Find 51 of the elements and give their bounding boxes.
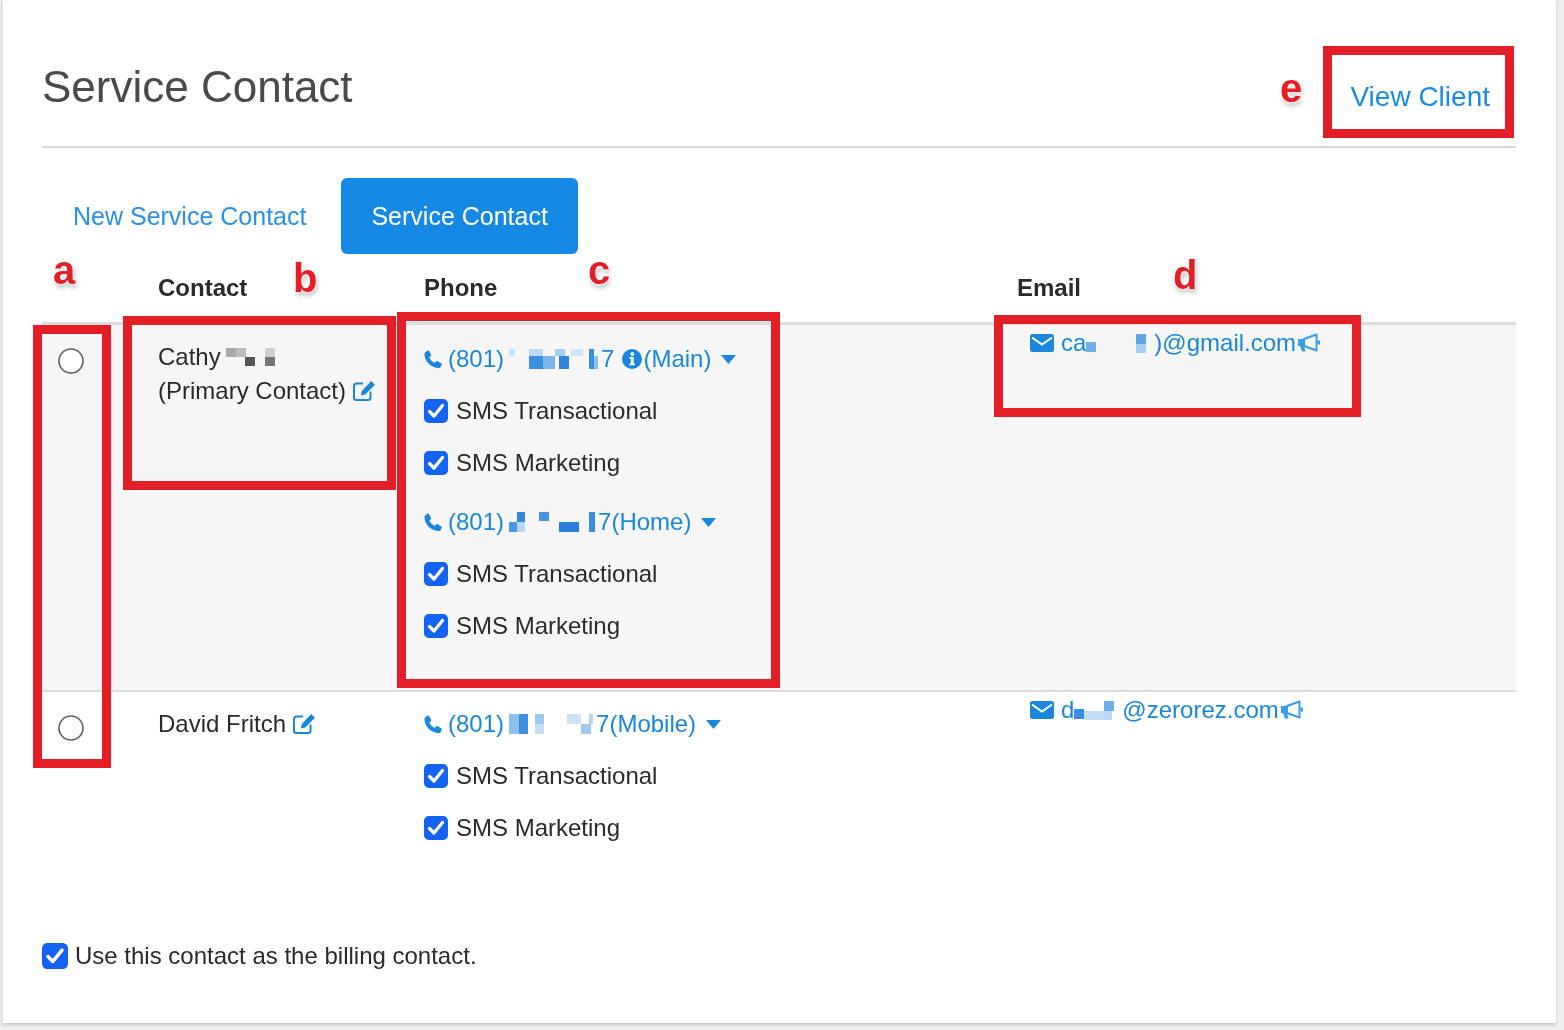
checkbox[interactable] [424, 562, 448, 586]
option-label: SMS Transactional [456, 560, 658, 588]
pixel-mosaic-icon [509, 714, 594, 734]
pixel-mosaic-icon [1086, 333, 1147, 353]
pixel-mosaic-icon [1074, 700, 1115, 720]
envelope-icon [1030, 334, 1054, 352]
checkbox[interactable] [424, 399, 448, 423]
tab[interactable]: Service Contact [341, 178, 578, 254]
option-label: SMS Transactional [456, 397, 658, 425]
column-header: Phone [424, 274, 498, 302]
email-link[interactable]: ca )@gmail.com [1030, 329, 1297, 357]
phone-link[interactable]: (801) 7(Home) [424, 508, 692, 536]
checkbox[interactable] [424, 614, 448, 638]
radio-button[interactable] [58, 348, 84, 374]
pixel-mosaic-icon [509, 512, 596, 532]
checkbox[interactable] [42, 943, 68, 969]
phone-link[interactable]: (801) 7(Mobile) [424, 710, 697, 738]
megaphone-icon[interactable] [1279, 700, 1304, 720]
email-link[interactable]: d @zerorez.com [1030, 696, 1279, 724]
annotation-label: b [293, 258, 318, 298]
phone-icon [424, 714, 442, 734]
annotation-label: e [1280, 68, 1303, 108]
column-header: Email [1017, 274, 1082, 302]
phone-icon [424, 512, 442, 532]
checkbox[interactable] [424, 764, 448, 788]
option-label: SMS Marketing [456, 814, 621, 842]
envelope-icon [1030, 701, 1054, 719]
edit-icon[interactable] [352, 380, 377, 402]
caret-icon[interactable] [706, 719, 722, 729]
caret-icon[interactable] [721, 354, 737, 364]
option-label: SMS Marketing [456, 612, 621, 640]
megaphone-icon[interactable] [1297, 333, 1322, 353]
annotation-label: c [588, 250, 611, 290]
caret-icon[interactable] [701, 517, 717, 527]
phone-link[interactable]: (801) 7 (Main) [424, 345, 712, 373]
column-header: Contact [158, 274, 248, 302]
view-client-link[interactable]: View Client [1350, 79, 1490, 115]
contact-note: (Primary Contact) [158, 377, 347, 405]
pixel-mosaic-icon [509, 349, 599, 369]
page-title: Service Contact [42, 61, 353, 113]
billing-label: Use this contact as the billing contact. [75, 941, 477, 971]
contact-name: David Fritch [158, 710, 287, 738]
option-label: SMS Marketing [456, 449, 621, 477]
checkbox[interactable] [424, 816, 448, 840]
radio-button[interactable] [58, 715, 84, 741]
edit-icon[interactable] [292, 713, 317, 735]
option-label: SMS Transactional [456, 762, 658, 790]
annotation-label: d [1173, 255, 1198, 295]
contact-name: Cathy [158, 343, 221, 371]
checkbox[interactable] [424, 451, 448, 475]
phone-icon [424, 349, 442, 369]
